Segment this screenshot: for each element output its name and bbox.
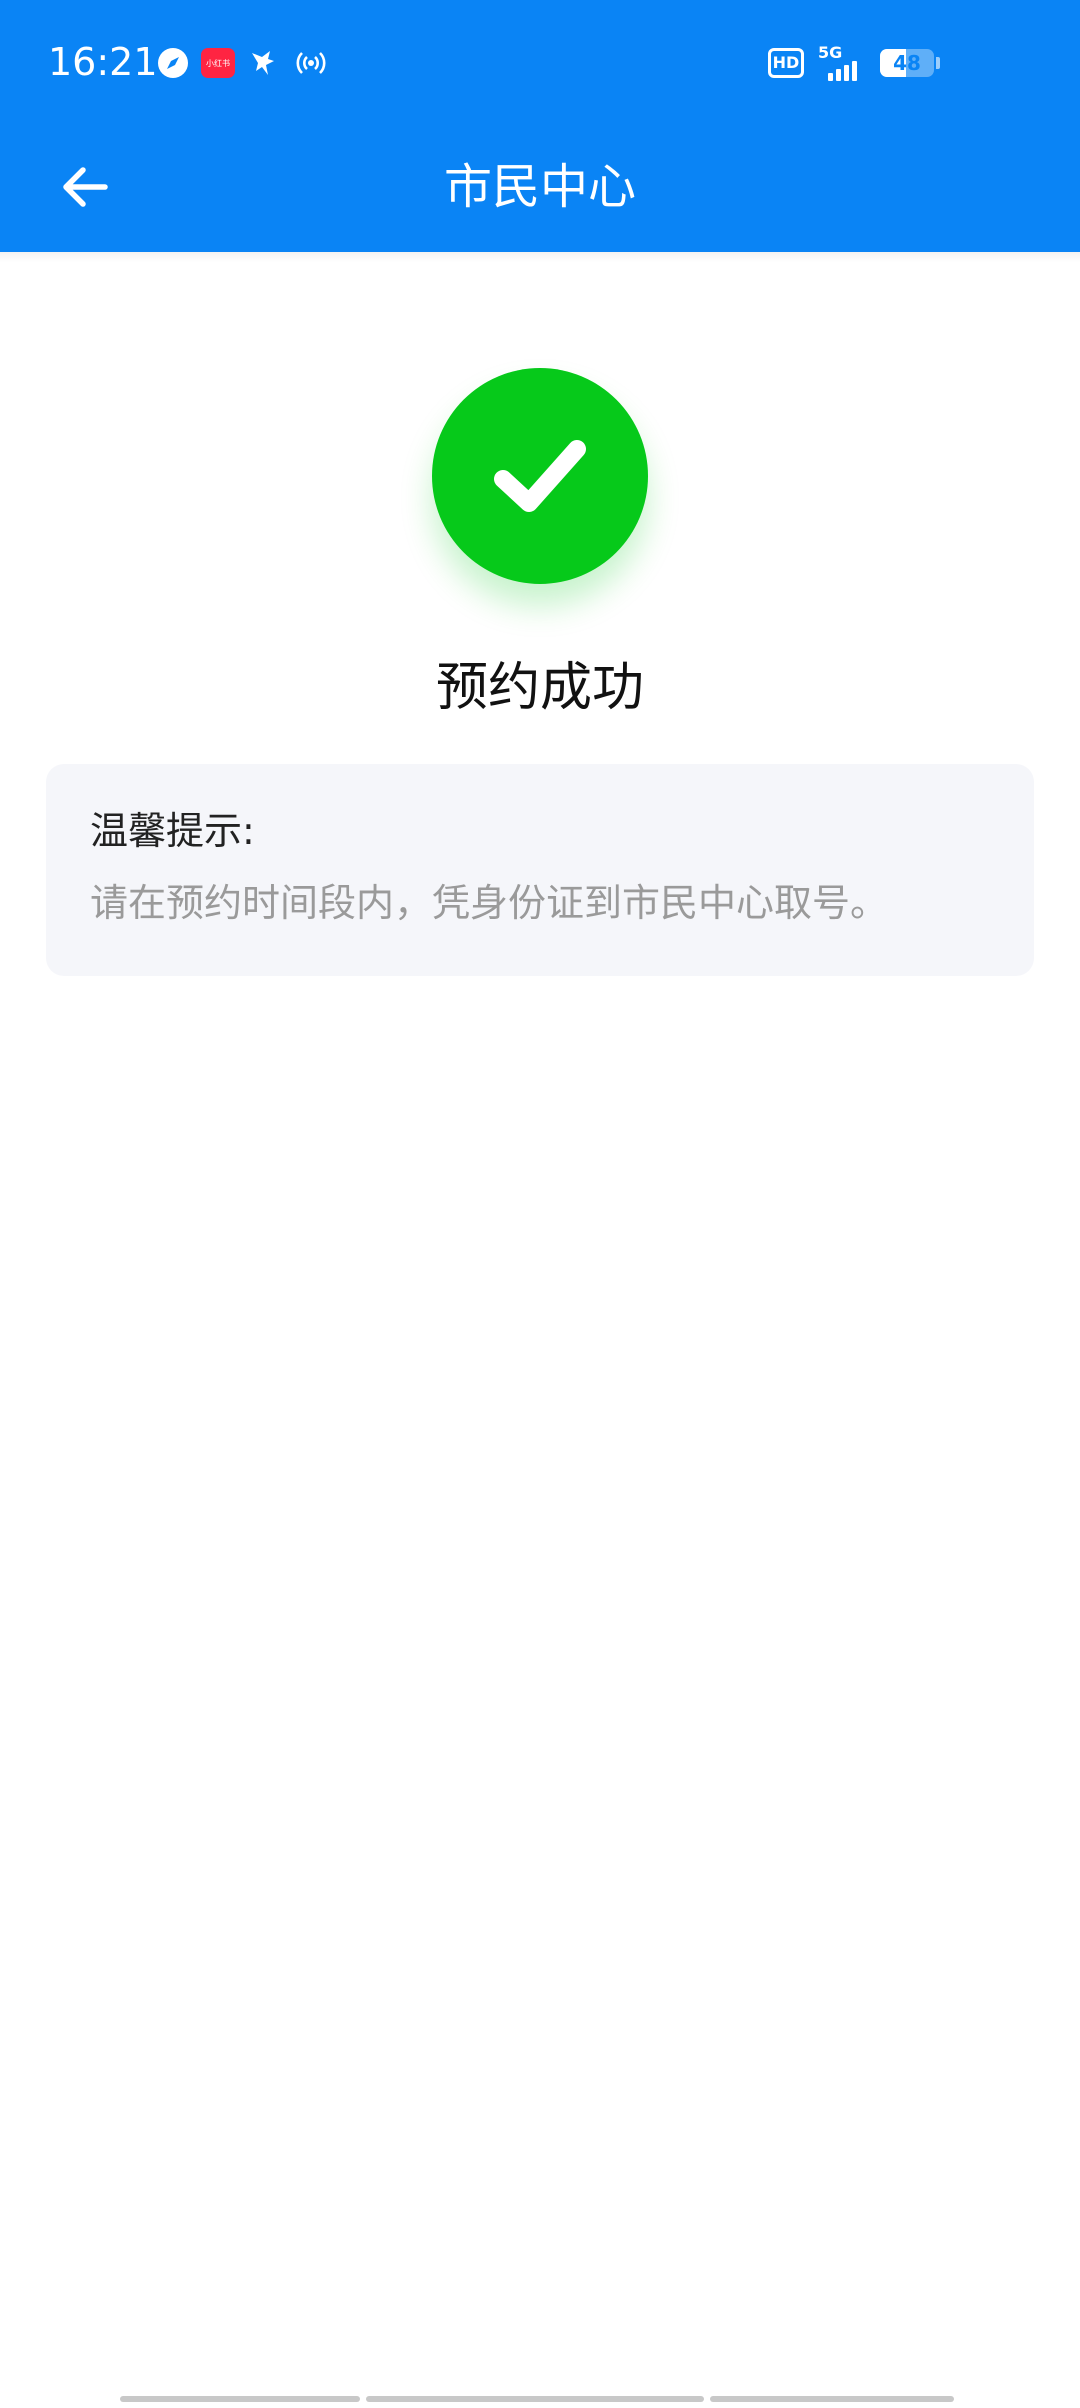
xiaohongshu-badge-label: 小红书	[206, 58, 230, 68]
gesture-segment	[710, 2396, 954, 2402]
status-time: 16:21	[48, 40, 158, 84]
status-right-group: HD 5G 48	[768, 43, 940, 82]
hd-badge: HD	[768, 48, 804, 78]
battery-level: 48	[893, 51, 921, 75]
header: 16:21 小红书 HD 5G 48 市民中心	[0, 0, 1080, 252]
app-bar: 市民中心	[0, 126, 1080, 252]
xiaohongshu-icon: 小红书	[200, 46, 236, 80]
status-bar: 16:21 小红书 HD 5G 48	[0, 0, 1080, 126]
network-type-label: 5G	[818, 43, 843, 62]
page-title: 市民中心	[443, 159, 636, 215]
tip-body: 请在预约时间段内，凭身份证到市民中心取号。	[90, 881, 889, 925]
hotspot-icon	[292, 46, 330, 80]
app-screen: 16:21 小红书 HD 5G 48 市民中心 预约成功 温馨提示: 请在预约时…	[0, 0, 1080, 2408]
battery-icon: 48	[880, 49, 934, 77]
success-status-text: 预约成功	[435, 658, 644, 718]
header-shadow	[0, 252, 1080, 262]
bird-icon	[246, 46, 282, 80]
signal-icon: 5G	[818, 43, 866, 81]
checkmark-icon	[494, 440, 586, 512]
battery-cap	[936, 57, 940, 69]
compass-icon	[156, 46, 190, 80]
tip-card: 温馨提示: 请在预约时间段内，凭身份证到市民中心取号。	[46, 764, 1034, 976]
gesture-segment	[120, 2396, 360, 2402]
tip-title: 温馨提示:	[90, 809, 255, 853]
gesture-bar	[120, 2396, 960, 2402]
check-circle-icon	[432, 368, 648, 584]
gesture-segment	[366, 2396, 704, 2402]
